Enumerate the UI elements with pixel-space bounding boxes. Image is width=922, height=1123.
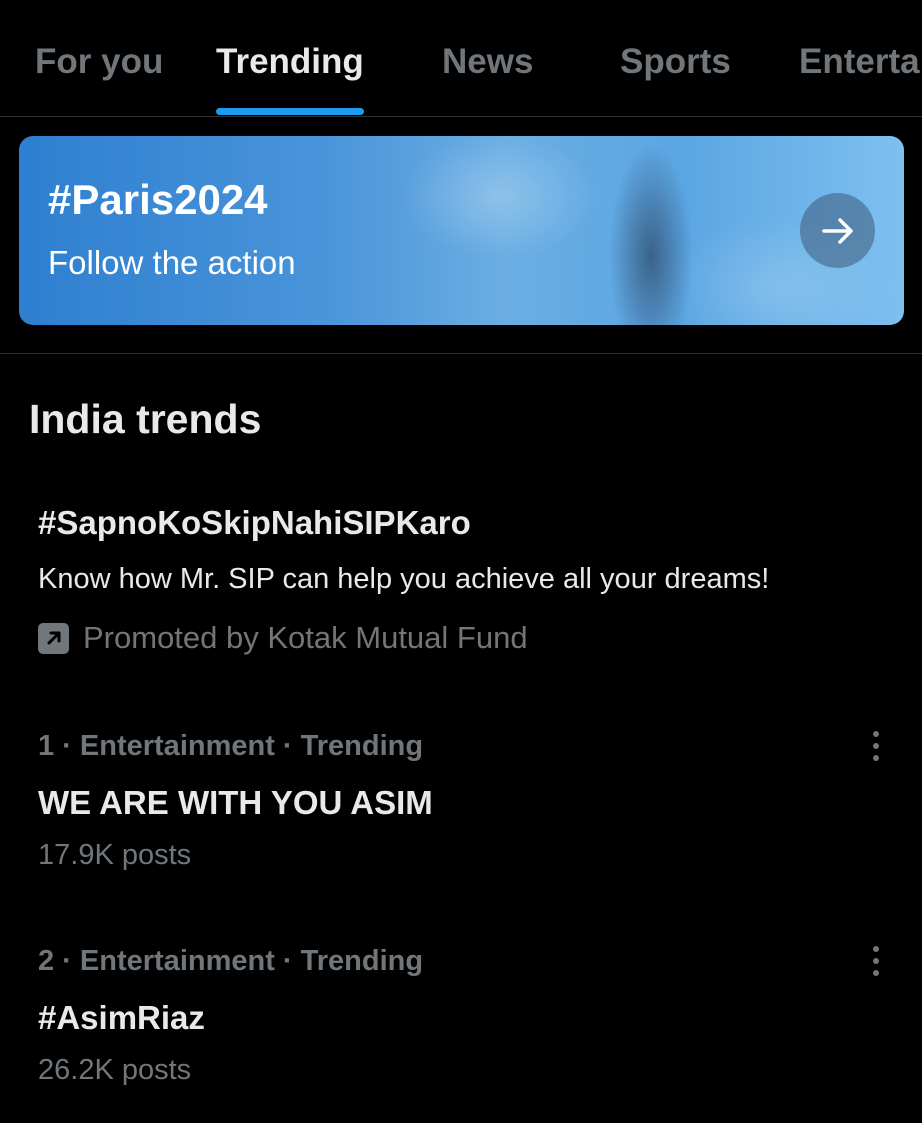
section-divider	[0, 353, 922, 354]
promoted-by-label: Promoted by Kotak Mutual Fund	[83, 620, 528, 655]
banner-background-image	[19, 136, 904, 325]
tab-for-you[interactable]: For you	[35, 42, 163, 82]
explore-page: For you Trending News Sports Enterta #Pa…	[0, 0, 922, 1123]
trend-meta: 1 · Entertainment · Trending	[38, 730, 424, 762]
explore-tabs: For you Trending News Sports Enterta	[0, 0, 922, 117]
trend-post-count: 17.9K posts	[38, 839, 192, 871]
tab-trending[interactable]: Trending	[216, 42, 364, 82]
trend-meta: 2 · Entertainment · Trending	[38, 945, 424, 977]
section-title: India trends	[29, 396, 262, 442]
promoted-description: Know how Mr. SIP can help you achieve al…	[38, 563, 770, 595]
promoted-by-row: Promoted by Kotak Mutual Fund	[38, 620, 528, 656]
banner-subtitle: Follow the action	[48, 244, 296, 281]
tab-sports[interactable]: Sports	[620, 42, 731, 82]
paris2024-banner[interactable]: #Paris2024 Follow the action	[19, 136, 904, 325]
arrow-right-icon[interactable]	[800, 193, 875, 268]
promoted-hashtag: #SapnoKoSkipNahiSIPKaro	[38, 504, 471, 541]
tab-entertainment[interactable]: Enterta	[799, 42, 920, 82]
promoted-trend[interactable]: #SapnoKoSkipNahiSIPKaro Know how Mr. SIP…	[0, 490, 922, 675]
promoted-arrow-icon	[38, 622, 69, 654]
trend-item[interactable]: 2 · Entertainment · Trending #AsimRiaz 2…	[0, 945, 922, 1123]
more-options-icon[interactable]	[858, 726, 894, 766]
trend-post-count: 26.2K posts	[38, 1054, 192, 1086]
more-options-icon[interactable]	[858, 941, 894, 981]
trend-name: WE ARE WITH YOU ASIM	[38, 784, 433, 821]
trend-name: #AsimRiaz	[38, 999, 205, 1036]
trend-item[interactable]: 1 · Entertainment · Trending WE ARE WITH…	[0, 730, 922, 910]
active-tab-indicator	[216, 108, 364, 115]
banner-title: #Paris2024	[48, 176, 268, 223]
tab-news[interactable]: News	[442, 42, 533, 82]
